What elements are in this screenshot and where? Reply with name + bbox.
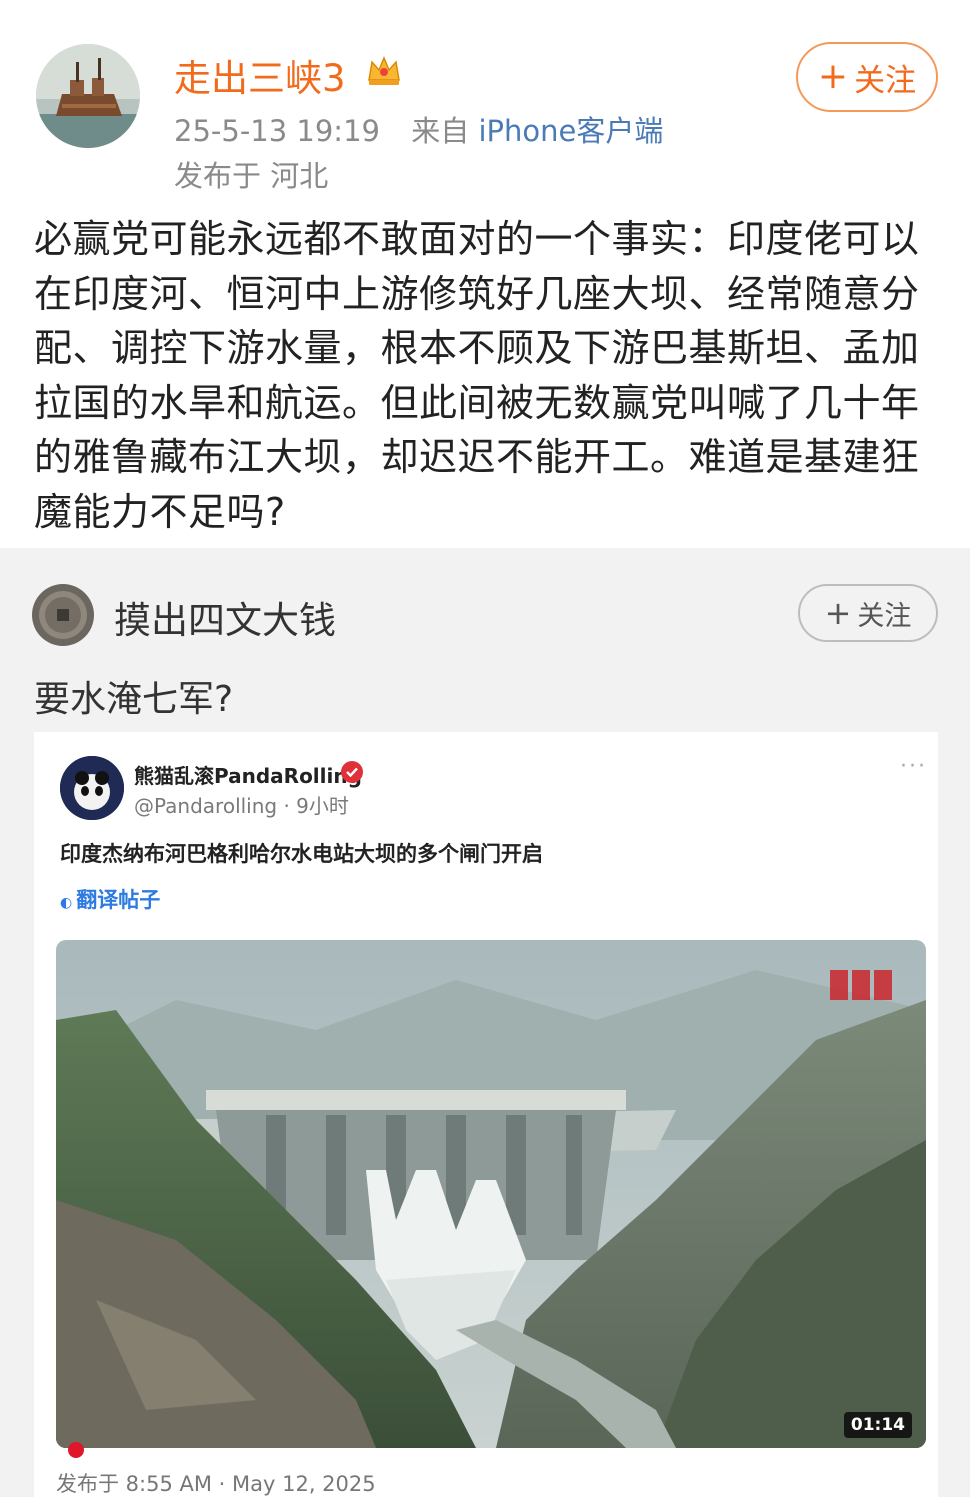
repost-text: 要水淹七军? xyxy=(34,679,234,720)
crown-icon xyxy=(364,50,404,90)
translate-link: ◐ 翻译帖子 xyxy=(60,884,160,914)
follow-label: 关注 xyxy=(854,62,917,99)
repost-card[interactable]: 摸出四文大钱 + 关注 要水淹七军? 熊猫乱滚PandaRolling @Pan… xyxy=(0,548,970,1497)
source-prefix: 来自 xyxy=(411,114,470,148)
globe-icon: ◐ xyxy=(60,895,73,911)
post-body: 必赢党可能永远都不敢面对的一个事实：印度佬可以在印度河、恒河中上游修筑好几座大坝… xyxy=(34,217,920,534)
tweet-text: 印度杰纳布河巴格利哈尔水电站大坝的多个闸门开启 xyxy=(60,842,543,866)
translate-label: 翻译帖子 xyxy=(76,888,161,912)
tweet-display-name: 熊猫乱滚PandaRolling xyxy=(134,764,362,788)
channel-logo xyxy=(828,966,900,1006)
post-time: 25-5-13 19:19 xyxy=(174,114,380,148)
video-thumbnail[interactable]: 01:14 xyxy=(56,940,926,1448)
video-progress-dot[interactable] xyxy=(68,1442,84,1458)
weibo-post: 走出三峡3 + 关注 25-5-13 19:19 来自 iPhone客户端 发布… xyxy=(0,0,970,548)
tweet-footer-time: 发布于 8:55 AM · May 12, 2025 xyxy=(56,1472,376,1496)
follow-button[interactable]: + 关注 xyxy=(796,42,938,112)
plus-icon: + xyxy=(817,56,849,97)
repost-follow-button[interactable]: + 关注 xyxy=(798,584,938,642)
repost-avatar[interactable] xyxy=(32,584,94,646)
post-meta: 25-5-13 19:19 来自 iPhone客户端 xyxy=(174,108,663,150)
repost-author-name[interactable]: 摸出四文大钱 xyxy=(114,590,336,644)
plus-icon: + xyxy=(824,594,852,632)
verified-icon xyxy=(340,760,364,784)
post-location: 发布于 河北 xyxy=(174,159,329,193)
author-avatar[interactable] xyxy=(36,44,140,148)
video-duration: 01:14 xyxy=(843,1412,912,1438)
source-link[interactable]: iPhone客户端 xyxy=(478,114,663,148)
tweet-avatar xyxy=(60,756,124,820)
follow-label: 关注 xyxy=(857,600,912,632)
tweet-handle-time: @Pandarolling · 9小时 xyxy=(134,794,349,818)
embedded-tweet-screenshot[interactable]: 熊猫乱滚PandaRolling @Pandarolling · 9小时 ···… xyxy=(34,732,938,1497)
more-icon: ··· xyxy=(900,754,927,779)
author-name[interactable]: 走出三峡3 xyxy=(174,48,346,102)
